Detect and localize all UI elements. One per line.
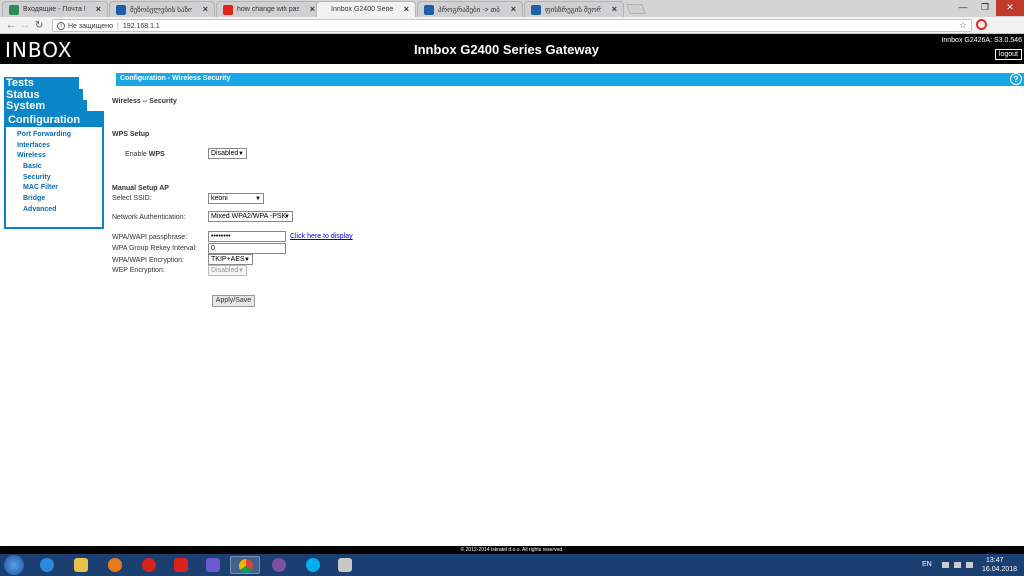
close-icon[interactable]: × xyxy=(404,4,409,14)
tab-mail[interactable]: Входящие - Почта Mail. × xyxy=(2,1,108,17)
skype-icon[interactable] xyxy=(298,556,328,574)
auth-label: Network Authentication: xyxy=(112,214,186,221)
section-title: Configuration - Wireless Security xyxy=(120,75,231,82)
youtube-icon xyxy=(223,5,233,15)
dropdown-arrow-icon: ▼ xyxy=(238,151,244,157)
network-icon[interactable] xyxy=(954,562,961,568)
passphrase-input[interactable]: •••••••• xyxy=(208,231,286,242)
site-icon xyxy=(116,5,126,15)
viber-icon[interactable] xyxy=(264,556,294,574)
mail-icon xyxy=(9,5,19,15)
section-bar: Configuration - Wireless Security ? xyxy=(116,73,1024,86)
rekey-label: WPA Group Rekey Interval: xyxy=(112,245,198,252)
dropdown-arrow-icon: ▼ xyxy=(244,257,250,263)
copyright-footer: © 2012-2014 Iskratel d.o.o. All rights r… xyxy=(0,546,1024,554)
menu-wireless-advanced[interactable]: Advanced xyxy=(23,206,56,213)
taskbar: EN 13:47 16.04.2018 xyxy=(0,554,1024,576)
menu-configuration[interactable]: Configuration xyxy=(6,113,102,127)
close-icon[interactable]: × xyxy=(310,4,315,14)
passphrase-label: WPA/WAPI passphrase: xyxy=(112,234,188,241)
site-icon xyxy=(424,5,434,15)
app-icon[interactable] xyxy=(198,556,228,574)
innbox-logo: INBOX xyxy=(5,38,73,62)
wep-select: Disabled ▼ xyxy=(208,265,247,276)
info-icon[interactable]: i xyxy=(57,22,65,30)
wps-heading: WPS Setup xyxy=(112,131,150,138)
opera-taskbar-icon[interactable] xyxy=(134,556,164,574)
forward-icon[interactable]: → xyxy=(20,20,30,31)
language-indicator[interactable]: EN xyxy=(922,561,932,568)
new-tab-button[interactable] xyxy=(626,4,646,14)
maximize-icon[interactable]: ❐ xyxy=(974,0,996,16)
ssid-select[interactable]: keoni ▼ xyxy=(208,193,264,204)
menu-wireless-bridge[interactable]: Bridge xyxy=(23,195,45,202)
vivaldi-icon[interactable] xyxy=(166,556,196,574)
wps-enable-select[interactable]: Disabled ▼ xyxy=(208,148,247,159)
click-to-display-link[interactable]: Click here to display xyxy=(290,233,353,240)
model-label: Innbox G2426A: S3.0.546 xyxy=(941,37,1022,44)
clock-date[interactable]: 16.04.2018 xyxy=(982,566,1017,573)
router-header: INBOX Innbox G2400 Series Gateway Innbox… xyxy=(0,34,1024,64)
wps-enable-label: Enable WPS xyxy=(125,151,165,158)
minimize-icon[interactable]: — xyxy=(952,0,974,16)
close-icon[interactable]: × xyxy=(511,4,516,14)
menu-tests[interactable]: Tests xyxy=(4,77,79,89)
window-controls: — ❐ ✕ xyxy=(952,0,1024,16)
close-icon[interactable]: × xyxy=(96,4,101,14)
menu-interfaces[interactable]: Interfaces xyxy=(17,142,50,149)
site-icon xyxy=(531,5,541,15)
menu-wireless-mac-filter[interactable]: MAC Filter xyxy=(23,184,58,191)
menu-port-forwarding[interactable]: Port Forwarding xyxy=(17,131,71,138)
logout-button[interactable]: logout xyxy=(994,49,1022,60)
security-label: Не защищено xyxy=(68,22,113,30)
reload-icon[interactable]: ↻ xyxy=(35,20,43,31)
dropdown-arrow-icon: ▼ xyxy=(284,214,290,220)
apply-save-button[interactable]: Apply/Save xyxy=(212,295,255,307)
address-bar: ← → ↻ iНе защищено|192.168.1.1 ☆ ⋮ xyxy=(0,17,1024,46)
tab-site-2[interactable]: პროგრამები -> თბილის × xyxy=(417,1,523,17)
opera-icon[interactable] xyxy=(976,19,987,30)
menu-wireless[interactable]: Wireless xyxy=(17,152,46,159)
volume-icon[interactable] xyxy=(966,562,973,568)
close-icon[interactable]: × xyxy=(612,4,617,14)
browser-tab-strip: Входящие - Почта Mail. × მეზობელების საზ… xyxy=(0,0,1024,17)
url-input[interactable]: i Не защищено | 192.168.1.1 ☆ xyxy=(52,19,972,32)
back-icon[interactable]: ← xyxy=(6,20,16,31)
ie-icon[interactable] xyxy=(32,556,62,574)
tab-youtube[interactable]: how change wifi passw × xyxy=(216,1,322,17)
page-heading: Wireless -- Security xyxy=(112,98,177,105)
dropdown-arrow-icon: ▼ xyxy=(238,268,244,274)
wep-label: WEP Encryption: xyxy=(112,267,165,274)
start-button[interactable] xyxy=(4,555,24,575)
rekey-input[interactable]: 0 xyxy=(208,243,286,254)
chrome-icon[interactable] xyxy=(230,556,260,574)
help-icon[interactable]: ? xyxy=(1010,73,1022,85)
menu-wireless-basic[interactable]: Basic xyxy=(23,163,42,170)
media-player-icon[interactable] xyxy=(100,556,130,574)
window-close-icon[interactable]: ✕ xyxy=(996,0,1024,16)
encryption-label: WPA/WAPI Encryption: xyxy=(112,257,184,264)
url-text: 192.168.1.1 xyxy=(122,22,160,30)
tab-site-1[interactable]: მეზობელების საზოგად × xyxy=(109,1,215,17)
ssid-label: Select SSID: xyxy=(112,195,152,202)
tray-up-icon[interactable] xyxy=(942,562,949,568)
dropdown-arrow-icon: ▼ xyxy=(255,196,261,202)
clock-time[interactable]: 13:47 xyxy=(986,557,1004,564)
window-app-icon[interactable] xyxy=(330,556,360,574)
manual-setup-heading: Manual Setup AP xyxy=(112,185,169,192)
encryption-select[interactable]: TKIP+AES ▼ xyxy=(208,254,253,265)
auth-select[interactable]: Mixed WPA2/WPA -PSK ▼ xyxy=(208,211,293,222)
explorer-icon[interactable] xyxy=(66,556,96,574)
tab-innbox[interactable]: Innbox G2400 Series Gat × xyxy=(316,1,416,17)
tab-site-3[interactable]: ფისზრეგის მეორეეგზა × xyxy=(524,1,624,17)
bookmark-star-icon[interactable]: ☆ xyxy=(959,20,967,31)
page-title: Innbox G2400 Series Gateway xyxy=(414,42,599,57)
close-icon[interactable]: × xyxy=(203,4,208,14)
menu-wireless-security[interactable]: Security xyxy=(23,174,51,181)
